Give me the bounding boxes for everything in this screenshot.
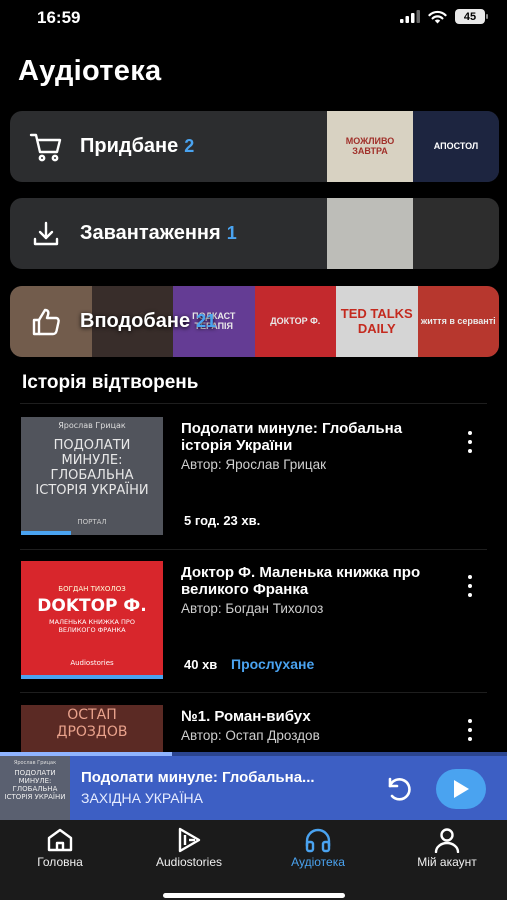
headphones-icon [304,826,332,854]
art-subtitle: МАЛЕНЬКА КНИЖКА ПРО ВЕЛИКОГО ФРАНКА [49,618,135,634]
downloads-card[interactable]: Завантаження 1 [10,198,499,269]
art-title: ПОДОЛАТИ МИНУЛЕ: ГЛОБАЛЬНА ІСТОРІЯ УКРАЇ… [35,438,149,498]
thumb-title: ПОДОЛАТИ МИНУЛЕ: ГЛОБАЛЬНА ІСТОРІЯ УКРАЇ… [4,769,66,802]
purchased-count: 2 [184,136,195,156]
history-item-duration: 5 год. 23 хв. [184,513,261,528]
purchased-card[interactable]: Придбане 2 МОЖЛИВО ЗАВТРА АПОСТОЛ [10,111,499,182]
divider [20,403,487,404]
page-title: Аудіотека [18,55,162,87]
liked-count: 21 [196,311,217,331]
battery-indicator: 45 [455,9,488,24]
tab-library[interactable]: Аудіотека [258,820,378,880]
divider [20,549,487,550]
now-playing-chapter: ЗАХІДНА УКРАЇНА [81,790,203,806]
downloads-count: 1 [226,223,237,243]
status-bar: 16:59 45 [0,0,507,36]
home-icon [46,826,74,854]
purchased-covers: МОЖЛИВО ЗАВТРА АПОСТОЛ [327,111,499,182]
listen-progress [21,675,163,679]
downloads-covers [327,198,499,269]
history-item-author: Автор: Богдан Тихолоз [181,601,324,616]
cover-doktor-f: ДОКТОР Ф. [254,286,336,357]
art-title: ОСТАП ДРОЗДОВ [56,707,128,740]
signal-icon [400,10,420,23]
listened-status: Прослухане [231,656,315,672]
cover-art[interactable]: ОСТАП ДРОЗДОВ [21,705,163,752]
tab-bar: Головна Audiostories Аудіотека Мій акаун… [0,820,507,900]
cart-icon [26,127,66,167]
cover-mozhlyvo-zavtra: МОЖЛИВО ЗАВТРА [327,111,413,182]
history-heading: Історія відтворень [22,372,199,393]
more-options-icon[interactable] [462,575,478,597]
mini-player[interactable]: Ярослав Грицак ПОДОЛАТИ МИНУЛЕ: ГЛОБАЛЬН… [0,752,507,820]
status-time: 16:59 [37,8,81,27]
history-item[interactable]: БОГДАН ТИХОЛОЗ DOKTOP Ф. МАЛЕНЬКА КНИЖКА… [0,561,507,701]
cover-art[interactable]: Ярослав Грицак ПОДОЛАТИ МИНУЛЕ: ГЛОБАЛЬН… [21,417,163,535]
art-author: Ярослав Грицак [58,421,126,430]
tab-home[interactable]: Головна [0,820,120,880]
history-item[interactable]: ОСТАП ДРОЗДОВ №1. Роман-вибух Автор: Ост… [0,705,507,752]
history-item[interactable]: Ярослав Грицак ПОДОЛАТИ МИНУЛЕ: ГЛОБАЛЬН… [0,417,507,557]
now-playing-title[interactable]: Подолати минуле: Глобальна... [81,769,371,786]
art-publisher: Audiostories [70,659,114,667]
audiostories-logo-icon [175,826,203,854]
status-icons: 45 [400,9,488,24]
user-icon [433,826,461,854]
cover-ted-talks-daily: TED TALKS DAILY [336,286,418,357]
art-title: DOKTOP Ф. [37,596,147,616]
liked-label: Вподобане [80,310,191,332]
rewind-icon[interactable] [384,774,414,804]
thumbs-up-icon [26,302,66,342]
divider [20,692,487,693]
history-item-title[interactable]: Подолати минуле: Глобальна історія Украї… [181,420,453,454]
listen-progress [21,531,71,535]
history-item-title[interactable]: №1. Роман-вибух [181,708,453,726]
cover-download-2 [413,198,499,269]
cover-apostol: АПОСТОЛ [413,111,499,182]
tab-home-label: Головна [37,855,83,869]
art-author: БОГДАН ТИХОЛОЗ [58,585,126,593]
wifi-icon [428,10,447,23]
cover-download-1 [327,198,413,269]
tab-audiostories-label: Audiostories [155,855,223,869]
more-options-icon[interactable] [462,431,478,453]
tab-account[interactable]: Мій акаунт [387,820,507,880]
download-icon [26,214,66,254]
cover-art[interactable]: БОГДАН ТИХОЛОЗ DOKTOP Ф. МАЛЕНЬКА КНИЖКА… [21,561,163,679]
tab-audiostories[interactable]: Audiostories [129,820,249,880]
history-item-author: Автор: Остап Дроздов [181,728,320,743]
play-icon [454,780,469,798]
play-button[interactable] [436,769,486,809]
cover-zhyttia-v-servanti: життя в серванті [417,286,499,357]
history-item-author: Автор: Ярослав Грицак [181,457,326,472]
art-publisher: ПОРТАЛ [77,518,107,526]
now-playing-cover: Ярослав Грицак ПОДОЛАТИ МИНУЛЕ: ГЛОБАЛЬН… [0,756,70,820]
tab-library-label: Аудіотека [291,855,345,869]
history-item-title[interactable]: Доктор Ф. Маленька книжка про великого Ф… [181,564,453,598]
purchased-label: Придбане [80,135,179,157]
history-item-duration: 40 хв [184,657,218,672]
liked-card[interactable]: ПОДКАСТ ТЕРАПІЯ ДОКТОР Ф. TED TALKS DAIL… [10,286,499,357]
more-options-icon[interactable] [462,719,478,741]
downloads-label: Завантаження [80,222,221,244]
tab-account-label: Мій акаунт [417,855,477,869]
home-indicator [163,893,345,898]
thumb-author: Ярослав Грицак [13,760,57,766]
